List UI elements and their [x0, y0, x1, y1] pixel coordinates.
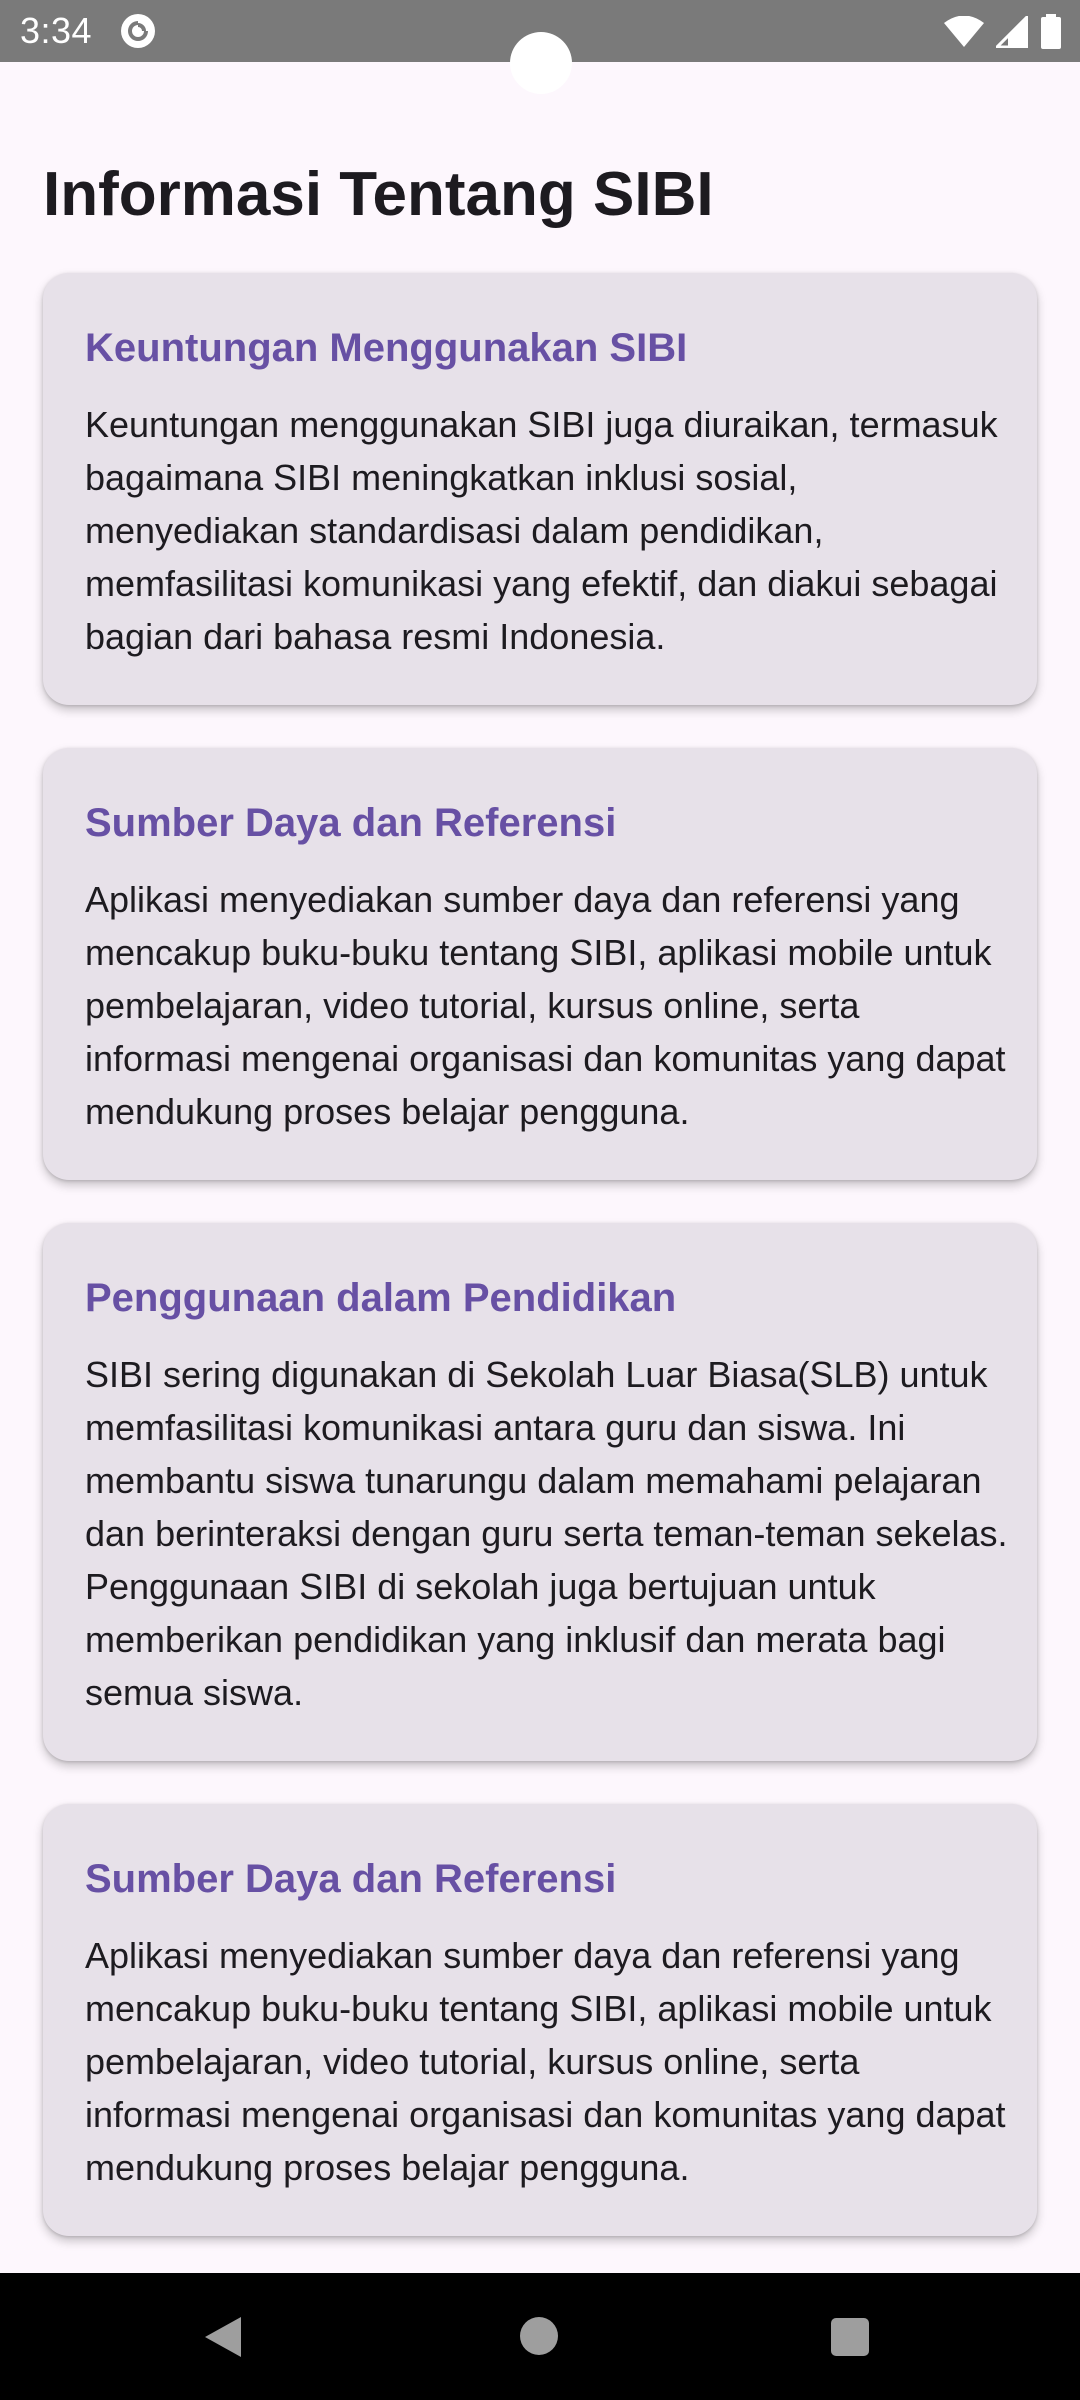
screen: 3:34 Informasi Tentang SIBI Keuntungan M…: [0, 0, 1080, 2400]
status-icons: [944, 12, 1062, 52]
info-card-pendidikan[interactable]: Penggunaan dalam Pendidikan SIBI sering …: [43, 1223, 1037, 1761]
card-body: Aplikasi menyediakan sumber daya dan ref…: [85, 879, 1006, 1132]
page-title: Informasi Tentang SIBI: [43, 160, 714, 229]
card-body: Keuntungan menggunakan SIBI juga diuraik…: [85, 404, 998, 657]
status-time: 3:34: [20, 10, 93, 51]
back-icon[interactable]: [203, 2315, 243, 2364]
wifi-icon: [944, 16, 984, 48]
card-title: Keuntungan Menggunakan SIBI: [85, 326, 688, 370]
card-title: Sumber Daya dan Referensi: [85, 801, 617, 845]
home-icon[interactable]: [520, 2317, 558, 2355]
info-card-sumber-daya[interactable]: Sumber Daya dan Referensi Aplikasi menye…: [43, 748, 1037, 1180]
card-body: Aplikasi menyediakan sumber daya dan ref…: [85, 1935, 1006, 2188]
info-card-sumber-daya-2[interactable]: Sumber Daya dan Referensi Aplikasi menye…: [43, 1804, 1037, 2236]
navigation-bar: [0, 2273, 1080, 2400]
card-title: Sumber Daya dan Referensi: [85, 1857, 617, 1901]
signal-icon: [996, 16, 1028, 48]
camera-cutout: [510, 32, 572, 94]
card-title: Penggunaan dalam Pendidikan: [85, 1276, 677, 1320]
info-card-keuntungan[interactable]: Keuntungan Menggunakan SIBI Keuntungan m…: [43, 273, 1037, 705]
pocket-casts-icon: [120, 13, 156, 49]
battery-icon: [1040, 14, 1062, 50]
card-body: SIBI sering digunakan di Sekolah Luar Bi…: [85, 1354, 1008, 1713]
recents-icon[interactable]: [831, 2318, 869, 2356]
